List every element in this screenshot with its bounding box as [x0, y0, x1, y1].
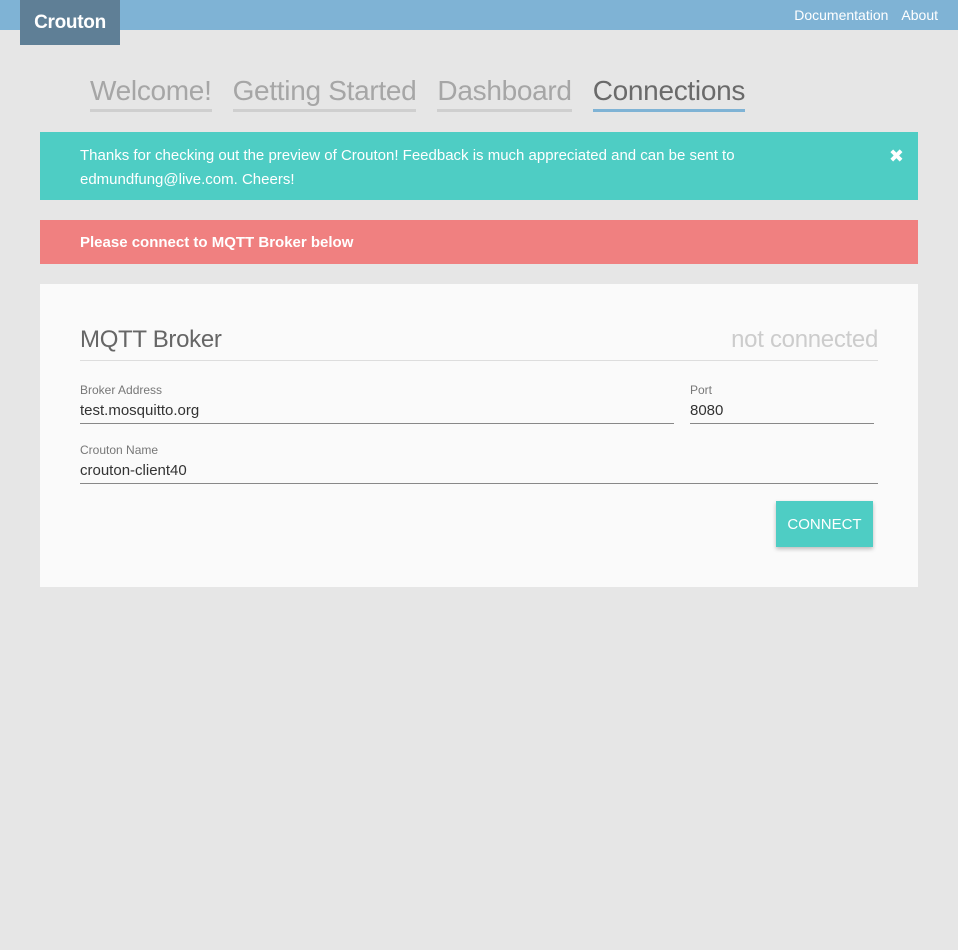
close-icon[interactable]: ✖: [889, 144, 904, 168]
preview-info-alert: Thanks for checking out the preview of C…: [40, 132, 918, 200]
mqtt-broker-card: MQTT Broker not connected Broker Address…: [40, 284, 918, 587]
card-header: MQTT Broker not connected: [80, 326, 878, 361]
connection-status: not connected: [731, 326, 878, 353]
preview-info-text: Thanks for checking out the preview of C…: [80, 147, 735, 188]
connection-warning-text: Please connect to MQTT Broker below: [80, 233, 354, 251]
connect-button[interactable]: CONNECT: [776, 501, 873, 547]
documentation-link[interactable]: Documentation: [794, 7, 888, 23]
card-title: MQTT Broker: [80, 326, 222, 353]
broker-address-label: Broker Address: [80, 383, 163, 397]
tab-getting-started[interactable]: Getting Started: [232, 74, 417, 112]
about-link[interactable]: About: [901, 7, 938, 23]
broker-address-input[interactable]: [80, 400, 674, 424]
crouton-name-input[interactable]: [80, 460, 878, 484]
connection-warning-alert: Please connect to MQTT Broker below: [40, 220, 918, 264]
top-links: Documentation About: [794, 0, 938, 30]
tab-welcome[interactable]: Welcome!: [90, 74, 212, 112]
tab-connections[interactable]: Connections: [592, 74, 745, 112]
tab-dashboard[interactable]: Dashboard: [437, 74, 572, 112]
brand-logo[interactable]: Crouton: [20, 0, 120, 45]
port-input[interactable]: [690, 400, 874, 424]
crouton-name-label: Crouton Name: [80, 443, 159, 457]
top-navbar: Documentation About: [0, 0, 958, 30]
port-label: Port: [690, 383, 713, 397]
main-tabs: Welcome! Getting Started Dashboard Conne…: [90, 74, 745, 112]
